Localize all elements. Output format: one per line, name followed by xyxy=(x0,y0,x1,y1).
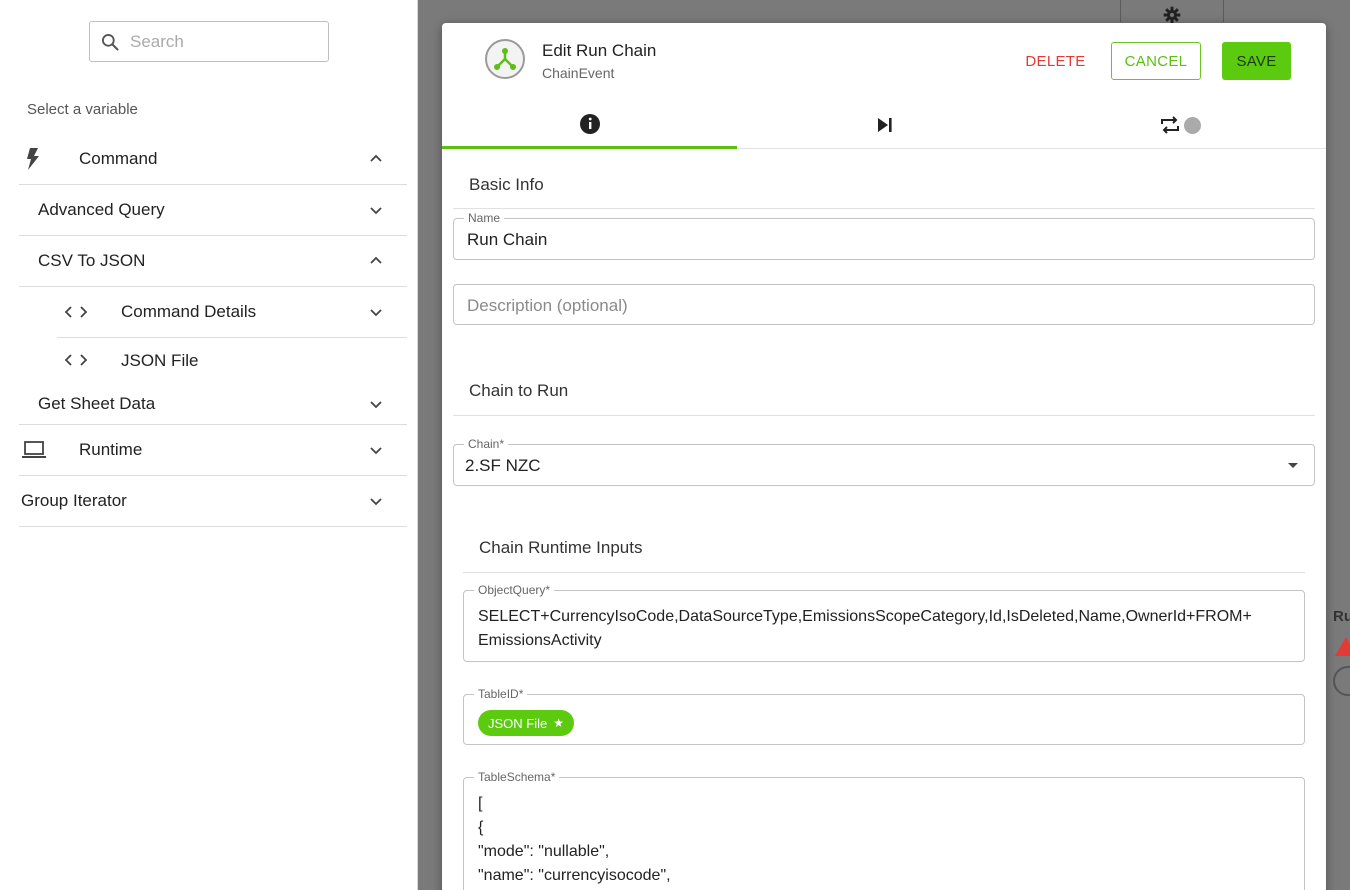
tree-item-command[interactable]: Command xyxy=(19,134,407,185)
gear-icon xyxy=(1163,6,1181,24)
section-divider xyxy=(453,415,1315,416)
chain-to-run-heading: Chain to Run xyxy=(469,381,569,400)
object-query-label: ObjectQuery* xyxy=(474,583,555,597)
chevron-down-icon[interactable] xyxy=(369,494,383,508)
dialog-title: Edit Run Chain xyxy=(542,41,657,60)
laptop-icon xyxy=(22,441,46,458)
dropdown-arrow-icon xyxy=(1288,463,1298,468)
object-query-value-line: EmissionsActivity xyxy=(478,632,602,649)
warning-icon xyxy=(1335,637,1350,656)
name-field-label: Name xyxy=(464,211,505,225)
name-field[interactable]: Name Run Chain xyxy=(453,211,1315,260)
save-button[interactable]: SAVE xyxy=(1222,42,1291,80)
skip-next-icon xyxy=(877,118,892,132)
section-divider xyxy=(463,572,1305,573)
section-divider xyxy=(453,208,1315,209)
chain-select-label: Chain* xyxy=(464,437,509,451)
code-icon xyxy=(65,306,87,318)
chevron-down-icon[interactable] xyxy=(369,443,383,457)
tree-item-label: Runtime xyxy=(79,440,143,459)
search-box[interactable] xyxy=(89,21,329,62)
name-field-value: Run Chain xyxy=(467,230,548,249)
tree-item-get-sheet-data[interactable]: Get Sheet Data xyxy=(19,383,407,425)
dialog-tabs xyxy=(442,101,1326,149)
tree-item-label: CSV To JSON xyxy=(38,251,146,270)
chevron-down-icon[interactable] xyxy=(369,305,383,319)
runtime-inputs-heading: Chain Runtime Inputs xyxy=(479,538,643,557)
table-id-field[interactable]: TableID* JSON File ★ xyxy=(463,687,1305,745)
schema-line: "mode": "nullable", xyxy=(478,843,610,860)
schema-line: "name": "currencyisocode", xyxy=(478,867,671,884)
table-id-label: TableID* xyxy=(474,687,528,701)
chevron-up-icon[interactable] xyxy=(369,254,383,268)
delete-button[interactable]: DELETE xyxy=(1022,42,1089,80)
search-icon xyxy=(102,33,119,50)
object-query-field[interactable]: ObjectQuery* SELECT+CurrencyIsoCode,Data… xyxy=(463,583,1305,662)
chevron-down-icon[interactable] xyxy=(369,203,383,217)
tab-info[interactable] xyxy=(442,101,737,149)
tree-item-label: Get Sheet Data xyxy=(38,393,156,413)
schema-line: [ xyxy=(478,795,483,812)
tree-item-label: Command Details xyxy=(121,302,257,321)
star-icon: ★ xyxy=(553,716,564,730)
repeat-icon xyxy=(1160,116,1179,134)
chevron-down-icon[interactable] xyxy=(369,397,383,411)
description-placeholder: Description (optional) xyxy=(467,296,628,315)
variable-panel: Select a variable Command Advanced Query… xyxy=(0,0,418,890)
chip-label: JSON File xyxy=(488,715,548,731)
tree-item-label: Group Iterator xyxy=(21,491,127,510)
tree-item-label: Command xyxy=(79,149,158,168)
tree-item-label: JSON File xyxy=(121,350,199,370)
tree-item-csv-to-json[interactable]: CSV To JSON xyxy=(19,236,407,287)
tree-item-group-iterator[interactable]: Group Iterator xyxy=(19,476,407,527)
tree-item-label: Advanced Query xyxy=(38,200,165,219)
toggle-indicator[interactable] xyxy=(1183,116,1201,134)
chevron-up-icon[interactable] xyxy=(369,152,383,166)
chain-select-value: 2.SF NZC xyxy=(465,456,541,475)
background-circle-button xyxy=(1333,666,1350,696)
background-partial-text: Ru xyxy=(1333,608,1350,625)
search-input[interactable] xyxy=(130,31,310,52)
table-schema-field[interactable]: TableSchema* [ { "mode": "nullable", "na… xyxy=(463,770,1305,890)
tab-repeat[interactable] xyxy=(1032,101,1326,149)
object-query-value-line: SELECT+CurrencyIsoCode,DataSourceType,Em… xyxy=(478,608,1252,625)
select-variable-label: Select a variable xyxy=(27,101,138,118)
chain-event-icon xyxy=(485,39,525,79)
description-field[interactable]: Description (optional) xyxy=(453,284,1315,325)
code-icon xyxy=(65,354,87,366)
schema-line: { xyxy=(478,819,484,836)
variable-tree: Command Advanced Query CSV To JSON Comma… xyxy=(19,134,407,527)
tree-item-json-file[interactable]: JSON File xyxy=(57,338,407,383)
tree-item-command-details[interactable]: Command Details xyxy=(57,287,407,338)
table-schema-label: TableSchema* xyxy=(474,770,560,784)
lightning-icon xyxy=(27,148,39,170)
cancel-button[interactable]: CANCEL xyxy=(1111,42,1201,80)
info-icon xyxy=(579,113,600,134)
tab-next[interactable] xyxy=(737,101,1032,149)
tree-item-runtime[interactable]: Runtime xyxy=(19,425,407,476)
tree-item-advanced-query[interactable]: Advanced Query xyxy=(19,185,407,236)
basic-info-heading: Basic Info xyxy=(469,175,544,194)
json-file-chip[interactable]: JSON File ★ xyxy=(478,710,574,736)
dialog-subtitle: ChainEvent xyxy=(542,65,615,81)
edit-run-chain-dialog: Edit Run Chain ChainEvent DELETE CANCEL … xyxy=(442,23,1326,890)
chain-select[interactable]: Chain* 2.SF NZC xyxy=(453,437,1315,486)
